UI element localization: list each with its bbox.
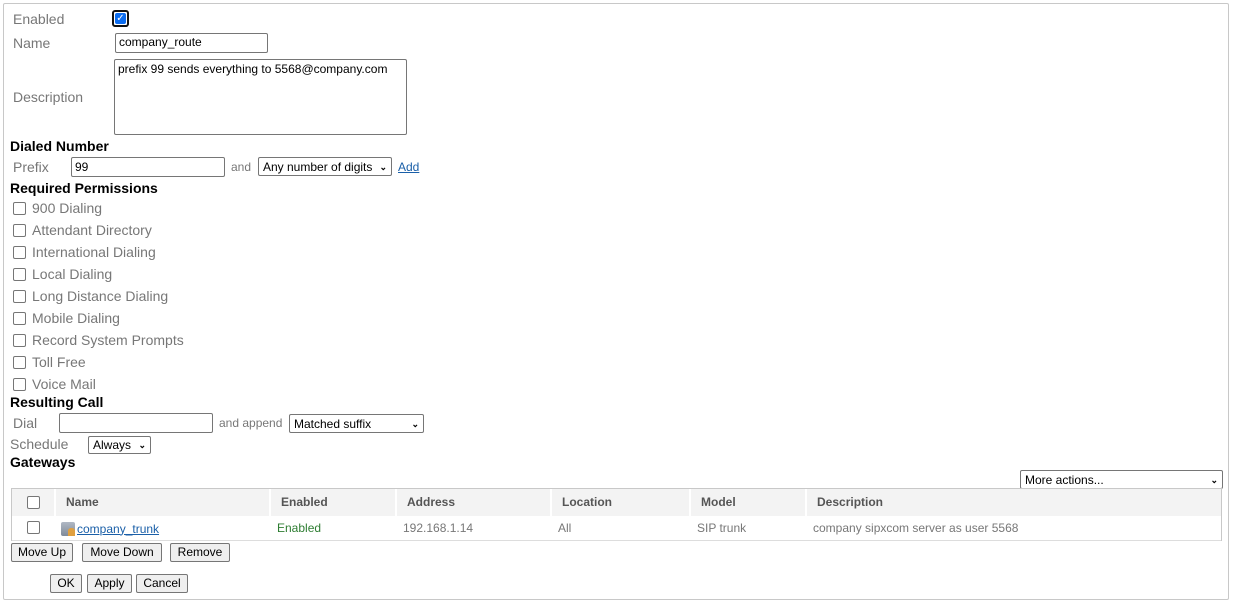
- permission-label: Local Dialing: [32, 266, 113, 282]
- permission-item[interactable]: Local Dialing: [13, 266, 112, 282]
- description-label: Description: [13, 89, 84, 105]
- schedule-select[interactable]: Always ⌄: [88, 436, 151, 454]
- append-select[interactable]: Matched suffix ⌄: [289, 414, 424, 433]
- permission-checkbox[interactable]: [13, 289, 26, 303]
- permission-item[interactable]: Record System Prompts: [13, 332, 184, 348]
- permission-label: International Dialing: [32, 244, 156, 260]
- permission-label: Mobile Dialing: [32, 310, 120, 326]
- permission-label: Toll Free: [32, 354, 86, 370]
- gateways-table: Name Enabled Address Location Model Desc…: [11, 488, 1222, 541]
- enabled-label: Enabled: [13, 11, 65, 27]
- schedule-select-value: Always: [93, 438, 132, 452]
- table-row-model-cell: SIP trunk: [691, 517, 807, 541]
- permission-item[interactable]: Voice Mail: [13, 376, 96, 392]
- permission-item[interactable]: Long Distance Dialing: [13, 288, 168, 304]
- chevron-down-icon: ⌄: [411, 418, 419, 429]
- table-row-location-cell: All: [552, 517, 691, 541]
- header-select-all-cell: [12, 489, 56, 516]
- more-actions-value: More actions...: [1025, 472, 1104, 487]
- append-select-value: Matched suffix: [294, 416, 372, 431]
- column-header-location[interactable]: Location: [552, 489, 691, 516]
- chevron-down-icon: ⌄: [379, 161, 387, 172]
- name-label: Name: [13, 35, 51, 51]
- column-header-description[interactable]: Description: [807, 489, 1221, 516]
- table-row-description-cell: company sipxcom server as user 5568: [807, 517, 1221, 541]
- append-label: and append: [219, 416, 283, 430]
- chevron-down-icon: ⌄: [138, 440, 146, 450]
- ok-button[interactable]: OK: [50, 574, 82, 593]
- digits-select-value: Any number of digits: [263, 159, 373, 174]
- permission-checkbox[interactable]: [13, 355, 26, 369]
- chevron-down-icon: ⌄: [1210, 474, 1218, 485]
- permission-label: Voice Mail: [32, 376, 96, 392]
- schedule-label: Schedule: [10, 436, 69, 452]
- table-row-address-cell: 192.168.1.14: [397, 517, 552, 541]
- resulting-call-heading: Resulting Call: [10, 394, 104, 410]
- permission-checkbox[interactable]: [13, 267, 26, 281]
- name-input[interactable]: company_route: [115, 33, 268, 53]
- column-header-address[interactable]: Address: [397, 489, 552, 516]
- permission-checkbox[interactable]: [13, 377, 26, 391]
- permission-label: Record System Prompts: [32, 332, 184, 348]
- dial-label: Dial: [13, 415, 38, 431]
- permission-label: Attendant Directory: [32, 222, 152, 238]
- digits-select[interactable]: Any number of digits ⌄: [258, 157, 392, 176]
- column-header-model[interactable]: Model: [691, 489, 807, 516]
- gateway-name-link[interactable]: company_trunk: [77, 518, 159, 540]
- move-up-button[interactable]: Move Up: [11, 543, 73, 562]
- gateways-heading: Gateways: [10, 454, 76, 470]
- permission-checkbox[interactable]: [13, 245, 26, 259]
- enabled-checkbox[interactable]: ✓: [112, 10, 129, 27]
- remove-button[interactable]: Remove: [170, 543, 230, 562]
- checkmark-icon: ✓: [115, 13, 126, 24]
- add-link[interactable]: Add: [398, 160, 419, 174]
- cancel-button[interactable]: Cancel: [136, 574, 188, 593]
- description-textarea[interactable]: prefix 99 sends everything to 5568@compa…: [114, 59, 407, 135]
- permission-label: Long Distance Dialing: [32, 288, 169, 304]
- prefix-label: Prefix: [13, 159, 49, 175]
- permission-checkbox[interactable]: [13, 201, 26, 215]
- permission-checkbox[interactable]: [13, 311, 26, 325]
- select-all-checkbox[interactable]: [27, 496, 40, 509]
- column-header-name[interactable]: Name: [56, 489, 271, 516]
- table-row-enabled-cell: Enabled: [271, 517, 397, 541]
- permission-checkbox[interactable]: [13, 223, 26, 237]
- apply-button[interactable]: Apply: [87, 574, 132, 593]
- dialed-number-heading: Dialed Number: [10, 138, 109, 154]
- move-down-button[interactable]: Move Down: [82, 543, 162, 562]
- permission-item[interactable]: Mobile Dialing: [13, 310, 120, 326]
- and-label: and: [231, 160, 252, 174]
- table-row-name-cell: company_trunk: [56, 517, 271, 541]
- gateway-icon: [61, 521, 75, 536]
- permission-label: 900 Dialing: [32, 200, 103, 216]
- permission-item[interactable]: 900 Dialing: [13, 200, 102, 216]
- column-header-enabled[interactable]: Enabled: [271, 489, 397, 516]
- table-row-select-cell: [12, 517, 56, 541]
- required-permissions-heading: Required Permissions: [10, 180, 158, 196]
- more-actions-select[interactable]: More actions... ⌄: [1020, 470, 1223, 489]
- enabled-status: Enabled: [277, 521, 322, 535]
- dial-input[interactable]: [59, 413, 213, 433]
- prefix-input[interactable]: 99: [71, 157, 225, 177]
- permission-item[interactable]: Attendant Directory: [13, 222, 152, 238]
- row-checkbox[interactable]: [27, 521, 40, 534]
- permission-item[interactable]: International Dialing: [13, 244, 156, 260]
- permission-checkbox[interactable]: [13, 333, 26, 347]
- permission-item[interactable]: Toll Free: [13, 354, 86, 370]
